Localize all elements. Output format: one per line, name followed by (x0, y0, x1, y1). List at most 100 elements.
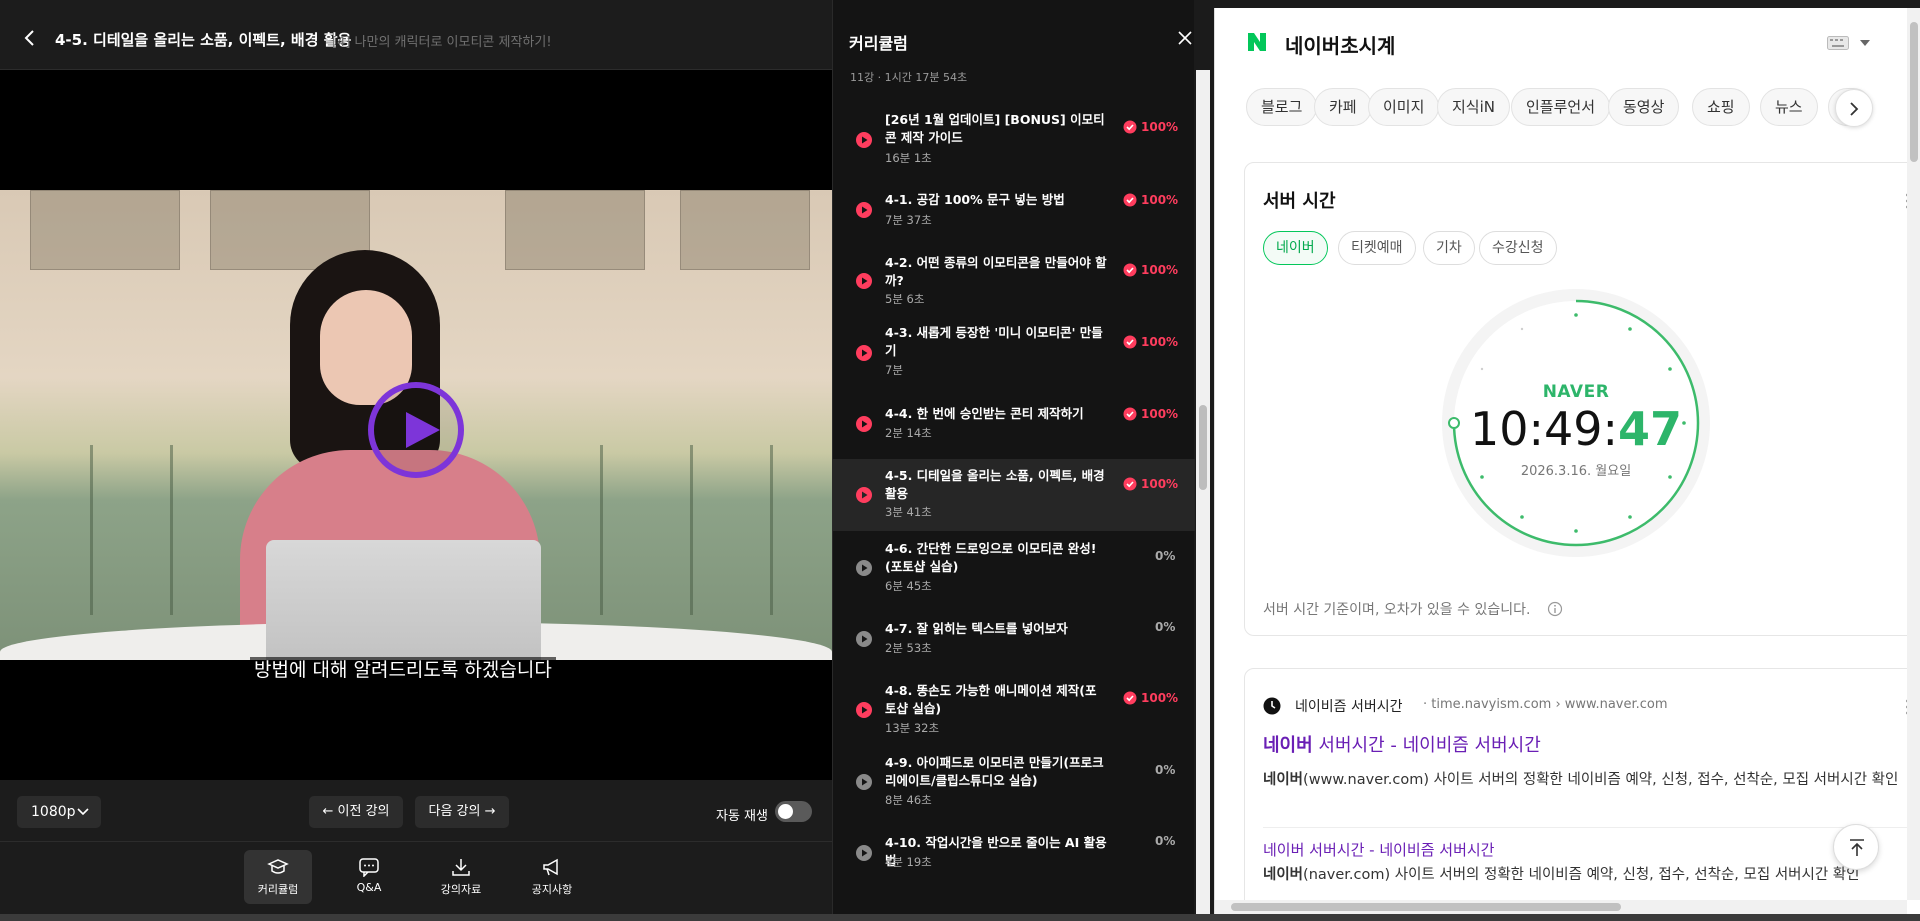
search-tab-chips: 블로그 카페 이미지 지식iN 인플루언서 동영상 쇼핑 뉴스 지 (1246, 88, 1882, 128)
player-controls: 1080p ← 이전 강의 다음 강의 → 자동 재생 (0, 780, 832, 842)
result-sublink[interactable]: 네이버 서버시간 - 네이비즘 서버시간 (1263, 839, 1495, 860)
lesson-item-current[interactable]: 4-5. 디테일을 올리는 소품, 이펙트, 배경 활용 3분 41초 100% (833, 459, 1195, 531)
scrollbar-thumb[interactable] (1231, 903, 1621, 911)
search-result-card: 네이비즘 서버시간 · time.navyism.com › www.naver… (1244, 668, 1920, 914)
lesson-title: 4-9. 아이패드로 이모티콘 만들기(프로크리에이트/클립스튜디오 실습) (885, 755, 1104, 788)
tab-qa-label: Q&A (356, 881, 382, 894)
browser-scrollbar-vertical[interactable] (1907, 8, 1920, 900)
lesson-title: 4-3. 새롭게 등장한 '미니 이모티콘' 만들기 (885, 325, 1103, 358)
naver-wordmark: NAVER (1542, 382, 1610, 402)
prev-lecture-button[interactable]: ← 이전 강의 (309, 796, 403, 828)
chip-shopping[interactable]: 쇼핑 (1692, 88, 1750, 126)
curriculum-scrollbar[interactable] (1196, 70, 1210, 915)
screen: 4-5. 디테일을 올리는 소품, 이펙트, 배경 활용 [4] 나만의 캐릭터… (0, 0, 1920, 921)
scroll-to-top-button[interactable] (1833, 824, 1879, 870)
tab-course-registration[interactable]: 수강신청 (1479, 231, 1557, 265)
lesson-progress: 100% (1141, 407, 1179, 421)
check-circle-icon (1123, 407, 1137, 421)
tab-materials-label: 강의자료 (440, 883, 482, 896)
caret-down-icon[interactable] (1860, 40, 1870, 46)
lesson-item[interactable]: 4-1. 공감 100% 문구 넣는 방법 7분 37초 100% (833, 175, 1195, 245)
lesson-progress: 100% (1141, 263, 1179, 277)
video-area[interactable]: 방법에 대해 알려드리도록 하겠습니다 (0, 70, 832, 780)
lesson-item[interactable]: 4-7. 잘 읽히는 텍스트를 넣어보자 2분 53초 0% (833, 603, 1195, 673)
check-circle-icon (1123, 193, 1137, 207)
lesson-item[interactable]: 4-8. 똥손도 가능한 애니메이션 제작(포토샵 실습) 13분 32초 10… (833, 675, 1195, 745)
server-time-note: 서버 시간 기준이며, 오차가 있을 수 있습니다. (1263, 602, 1531, 618)
chip-influencer[interactable]: 인플루언서 (1511, 88, 1611, 126)
play-circle-icon (856, 774, 872, 790)
result-title-link[interactable]: 네이버 서버시간 - 네이비즘 서버시간 (1263, 731, 1541, 757)
chat-bubble-icon (359, 858, 379, 877)
chip-blog[interactable]: 블로그 (1246, 88, 1318, 126)
tab-qa[interactable]: Q&A (335, 850, 403, 904)
tab-train[interactable]: 기차 (1423, 231, 1475, 265)
browser-scrollbar-horizontal[interactable] (1215, 900, 1907, 914)
tab-naver[interactable]: 네이버 (1263, 231, 1328, 265)
chip-cafe[interactable]: 카페 (1314, 88, 1372, 126)
chip-kin[interactable]: 지식iN (1437, 88, 1510, 126)
wall-painting (505, 190, 645, 270)
lesson-duration: 2분 14초 (885, 426, 932, 440)
megaphone-icon (543, 858, 558, 876)
server-clock: NAVER 10:49:47 2026.3.16. 월요일 (1441, 288, 1711, 558)
chips-next-button[interactable] (1835, 89, 1873, 127)
lesson-item[interactable]: 4-9. 아이패드로 이모티콘 만들기(프로크리에이트/클립스튜디오 실습) 8… (833, 746, 1195, 816)
tab-curriculum[interactable]: 커리큘럼 (244, 850, 312, 904)
lesson-progress: 100% (1141, 335, 1179, 349)
info-icon[interactable] (1547, 601, 1563, 617)
play-circle-icon (856, 345, 872, 361)
lesson-title: 4-1. 공감 100% 문구 넣는 방법 (885, 192, 1065, 207)
tab-notice[interactable]: 공지사항 (518, 850, 586, 904)
result-desc-text: (www.naver.com) 사이트 서버의 정확한 네이비즘 예약, 신청,… (1303, 772, 1899, 788)
play-circle-icon (856, 487, 872, 503)
result-title-text: 서버시간 - 네이비즘 서버시간 (1312, 735, 1541, 756)
taskbar-edge (0, 914, 1920, 921)
play-circle-icon (856, 845, 872, 861)
result-site-url[interactable]: · time.navyism.com › www.naver.com (1423, 697, 1668, 712)
result-desc2-text: (naver.com) 사이트 서버의 정확한 네이비즘 예약, 신청, 접수,… (1303, 867, 1860, 883)
clock-hours-minutes: 10:49: (1469, 402, 1619, 456)
result-desc2-highlight: 네이버 (1263, 867, 1304, 883)
clock-site-icon (1263, 697, 1281, 715)
chip-news[interactable]: 뉴스 (1760, 88, 1818, 126)
naver-logo-icon[interactable] (1245, 30, 1269, 54)
lesson-title: [26년 1월 업데이트] [BONUS] 이모티콘 제작 가이드 (885, 112, 1105, 145)
lesson-item[interactable]: 4-6. 간단한 드로잉으로 이모티콘 완성!(포토샵 실습) 6분 45초 0… (833, 531, 1195, 601)
next-lecture-button[interactable]: 다음 강의 → (415, 796, 509, 828)
play-button[interactable] (368, 382, 464, 478)
autoplay-label: 자동 재생 (716, 809, 768, 824)
lesson-duration: 4분 19초 (885, 855, 932, 869)
back-arrow-icon[interactable] (18, 26, 42, 50)
close-icon[interactable] (1177, 30, 1193, 46)
chip-video[interactable]: 동영상 (1608, 88, 1680, 126)
tab-ticket[interactable]: 티켓예매 (1338, 231, 1416, 265)
scrollbar-thumb[interactable] (1910, 22, 1918, 162)
wall-panel-line (770, 445, 773, 615)
tab-materials[interactable]: 강의자료 (427, 850, 495, 904)
result-site-name[interactable]: 네이비즘 서버시간 (1295, 696, 1403, 716)
wall-painting (30, 190, 180, 270)
lesson-duration: 3분 41초 (885, 505, 932, 519)
lecture-player: 4-5. 디테일을 올리는 소품, 이펙트, 배경 활용 [4] 나만의 캐릭터… (0, 0, 832, 921)
lesson-item[interactable]: 4-10. 작업시간을 반으로 줄이는 AI 활용법 4분 19초 0% (833, 817, 1195, 887)
chip-image[interactable]: 이미지 (1368, 88, 1440, 126)
check-circle-icon (1123, 263, 1137, 277)
lesson-item[interactable]: 4-2. 어떤 종류의 이모티콘을 만들어야 할까? 5분 6초 100% (833, 245, 1195, 315)
graduation-cap-icon (267, 859, 289, 874)
lesson-title: 4-8. 똥손도 가능한 애니메이션 제작(포토샵 실습) (885, 683, 1097, 716)
keyboard-icon[interactable] (1827, 36, 1849, 50)
quality-select[interactable]: 1080p (17, 796, 101, 828)
check-circle-icon (1123, 477, 1137, 491)
result-description: 네이버(www.naver.com) 사이트 서버의 정확한 네이비즘 예약, … (1263, 768, 1903, 792)
autoplay-toggle[interactable] (775, 801, 812, 822)
lesson-item[interactable]: 4-3. 새롭게 등장한 '미니 이모티콘' 만들기 7분 100% (833, 316, 1195, 386)
lesson-item[interactable]: [26년 1월 업데이트] [BONUS] 이모티콘 제작 가이드 16분 1초… (833, 105, 1195, 175)
play-icon (406, 412, 440, 448)
result-desc-highlight: 네이버 (1263, 772, 1304, 788)
clock-seconds: 47 (1618, 402, 1683, 456)
scrollbar-thumb[interactable] (1199, 405, 1207, 490)
lecture-title: 4-5. 디테일을 올리는 소품, 이펙트, 배경 활용 (55, 31, 352, 49)
lesson-item[interactable]: 4-4. 한 번에 승인받는 콘티 제작하기 2분 14초 100% (833, 388, 1195, 458)
search-query[interactable]: 네이버초시계 (1285, 30, 1395, 59)
